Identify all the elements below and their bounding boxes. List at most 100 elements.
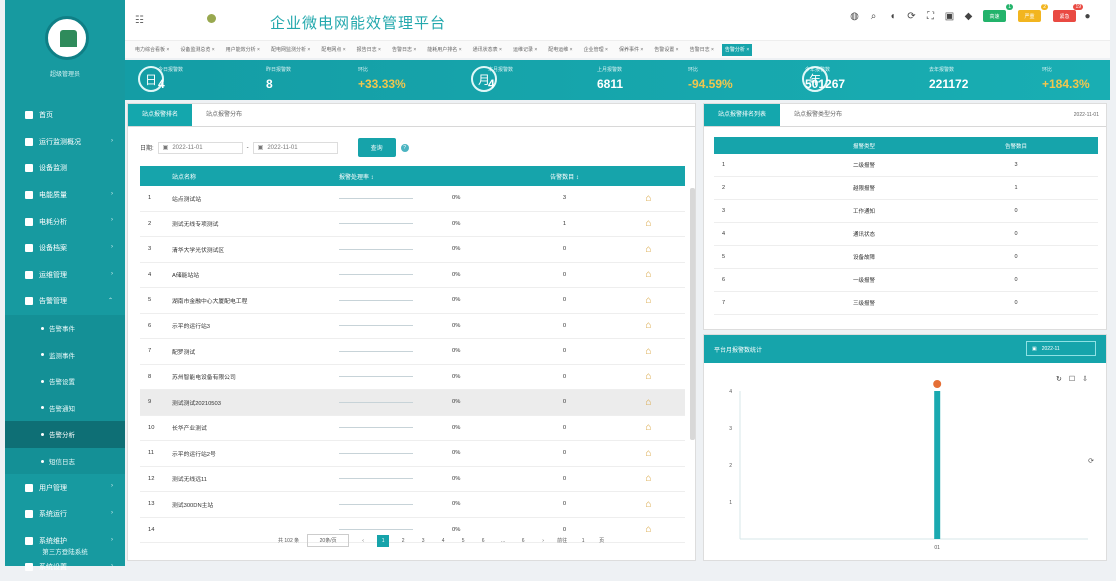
side-refresh-icon[interactable]: ⟳ <box>1088 457 1094 465</box>
table-row[interactable]: 4 A储能站站 0% 0 ⌂ <box>140 263 685 288</box>
type-row[interactable]: 3 工作通知 0 <box>714 200 1098 223</box>
tab-close-icon[interactable]: × <box>710 47 714 53</box>
detail-icon[interactable]: ⌂ <box>612 193 685 204</box>
fullscreen-icon[interactable]: ▣ <box>942 11 957 22</box>
end-date-input[interactable]: ▣ 2022-11-01 <box>252 141 338 154</box>
chart-date-picker[interactable]: ▣ 2022-11 <box>1026 341 1096 356</box>
sidebar-subitem[interactable]: 告警事件 <box>5 314 125 342</box>
expand-icon[interactable]: ⛶ <box>923 11 938 22</box>
alarm-level-button[interactable]: 紧急 19 <box>1053 4 1083 22</box>
column-count[interactable]: 告警数目 ↕ <box>517 172 612 181</box>
sidebar-item[interactable]: 运维管理 › <box>5 262 125 289</box>
tab-station-distribution[interactable]: 站点报警分布 <box>192 104 256 126</box>
tab-close-icon[interactable]: × <box>210 47 215 53</box>
page-tab[interactable]: 设备监测总览 × <box>177 44 217 56</box>
sidebar-item[interactable]: 首页 <box>5 102 125 129</box>
sidebar-item[interactable]: 运行监测概况 › <box>5 129 125 156</box>
page-number[interactable]: 1 <box>377 534 390 547</box>
page-tab[interactable]: 通讯状态表 × <box>470 44 505 56</box>
sidebar-footer[interactable]: 第三方登陆系统 <box>5 546 125 556</box>
tab-type-list[interactable]: 站点报警排名列表 <box>704 104 781 126</box>
tab-close-icon[interactable]: × <box>604 47 608 53</box>
detail-icon[interactable]: ⌂ <box>612 397 685 408</box>
globe-icon[interactable]: ◍ <box>847 11 862 22</box>
menu-toggle-icon[interactable]: ☷ <box>135 15 144 26</box>
sidebar-subitem[interactable]: 告警设置 <box>5 367 125 395</box>
type-row[interactable]: 7 三级报警 0 <box>714 292 1098 315</box>
sidebar-item[interactable]: 系统设置 › <box>5 554 125 581</box>
page-tab[interactable]: 配电网点 × <box>318 44 348 56</box>
detail-icon[interactable]: ⌂ <box>612 448 685 459</box>
sidebar-item[interactable]: 告警管理 ⌃ <box>5 288 125 315</box>
sidebar-subitem[interactable]: 告警通知 <box>5 394 125 422</box>
detail-icon[interactable]: ⌂ <box>612 244 685 255</box>
sidebar-item[interactable]: 设备档案 › <box>5 235 125 262</box>
table-row[interactable]: 3 清华大学光伏测试区 0% 0 ⌂ <box>140 237 685 263</box>
page-number[interactable]: 3 <box>417 535 429 547</box>
page-tab[interactable]: 告警日志 × <box>389 44 419 56</box>
page-tab[interactable]: 企业管理 × <box>581 44 611 56</box>
page-number[interactable]: 5 <box>457 535 469 547</box>
page-tab[interactable]: 电力综合看板 × <box>132 44 172 56</box>
speaker-icon[interactable]: ◖ <box>885 11 900 22</box>
page-tab[interactable]: 能耗用户排名 × <box>424 44 464 56</box>
detail-icon[interactable]: ⌂ <box>612 346 685 357</box>
table-row[interactable]: 1 站点测试站 0% 3 ⌂ <box>140 186 685 212</box>
sidebar-item[interactable]: 用户管理 › <box>5 474 125 501</box>
detail-icon[interactable]: ⌂ <box>612 320 685 331</box>
tab-close-icon[interactable]: × <box>341 47 346 53</box>
refresh-icon[interactable]: ⟳ <box>904 11 919 22</box>
user-icon[interactable]: ● <box>1080 11 1095 22</box>
detail-icon[interactable]: ⌂ <box>612 524 685 535</box>
start-date-input[interactable]: ▣ 2022-11-01 <box>157 141 243 154</box>
sidebar-item[interactable]: 设备监测 <box>5 155 125 182</box>
alarm-level-button[interactable]: 高速 1 <box>983 4 1013 22</box>
detail-icon[interactable]: ⌂ <box>612 269 685 280</box>
tab-close-icon[interactable]: × <box>498 47 502 53</box>
page-tab[interactable]: 配电运维 × <box>545 44 575 56</box>
page-number[interactable]: … <box>497 535 509 547</box>
page-number[interactable]: 2 <box>397 535 409 547</box>
sidebar-subitem[interactable]: 监测事件 <box>5 341 125 368</box>
tab-close-icon[interactable]: × <box>674 47 679 53</box>
page-tab[interactable]: 告警日志 × <box>687 44 717 56</box>
type-row[interactable]: 6 一级报警 0 <box>714 269 1098 292</box>
page-input[interactable]: 1 <box>575 535 591 547</box>
next-page-icon[interactable]: › <box>537 535 549 547</box>
sidebar-item[interactable]: 电耗分析 › <box>5 208 125 235</box>
page-tab[interactable]: 配电网监测分析 × <box>268 44 313 56</box>
sidebar-subitem[interactable]: 告警分析 <box>5 421 125 448</box>
sidebar-subitem[interactable]: 短信日志 <box>5 447 125 475</box>
prev-page-icon[interactable]: ‹ <box>357 535 369 547</box>
table-row[interactable]: 11 示平的运行站2号 0% 0 ⌂ <box>140 441 685 467</box>
detail-icon[interactable]: ⌂ <box>612 422 685 433</box>
table-row[interactable]: 2 测试无线专项测试 0% 1 ⌂ <box>140 212 685 237</box>
page-tab[interactable]: 运维记录 × <box>510 44 540 56</box>
search-icon[interactable]: ⌕ <box>866 11 881 22</box>
page-tab[interactable]: 告警分析 × <box>721 43 753 56</box>
table-scrollbar[interactable] <box>690 188 695 440</box>
tab-close-icon[interactable]: × <box>533 47 537 53</box>
tab-close-icon[interactable]: × <box>639 47 643 53</box>
column-rate[interactable]: 报警处理率 ↕ <box>339 172 452 181</box>
detail-icon[interactable]: ⌂ <box>612 473 685 484</box>
table-row[interactable]: 5 湖南市金融中心大厦配电工程 0% 0 ⌂ <box>140 288 685 314</box>
tab-close-icon[interactable]: × <box>306 47 310 53</box>
table-row[interactable]: 12 测试无线远11 0% 0 ⌂ <box>140 467 685 492</box>
detail-icon[interactable]: ⌂ <box>612 295 685 306</box>
detail-icon[interactable]: ⌂ <box>612 218 685 229</box>
theme-icon[interactable]: ◆ <box>961 11 976 22</box>
tab-close-icon[interactable]: × <box>377 47 381 53</box>
tab-close-icon[interactable]: × <box>568 47 573 53</box>
type-row[interactable]: 5 设备故障 0 <box>714 246 1098 269</box>
table-row[interactable]: 8 苏州智能电设备有限公司 0% 0 ⌂ <box>140 365 685 390</box>
page-tab[interactable]: 保养事件 × <box>616 44 646 56</box>
alarm-level-button[interactable]: 严重 2 <box>1018 4 1048 22</box>
table-row[interactable]: 13 测试300DN主站 0% 0 ⌂ <box>140 492 685 518</box>
table-row[interactable]: 6 示平的运行站3 0% 0 ⌂ <box>140 314 685 339</box>
page-tab[interactable]: 报告日志 × <box>354 44 384 56</box>
tab-close-icon[interactable]: × <box>457 47 462 53</box>
type-row[interactable]: 1 二级报警 3 <box>714 154 1098 177</box>
page-number[interactable]: 4 <box>437 535 449 547</box>
sidebar-item[interactable]: 系统运行 › <box>5 501 125 528</box>
